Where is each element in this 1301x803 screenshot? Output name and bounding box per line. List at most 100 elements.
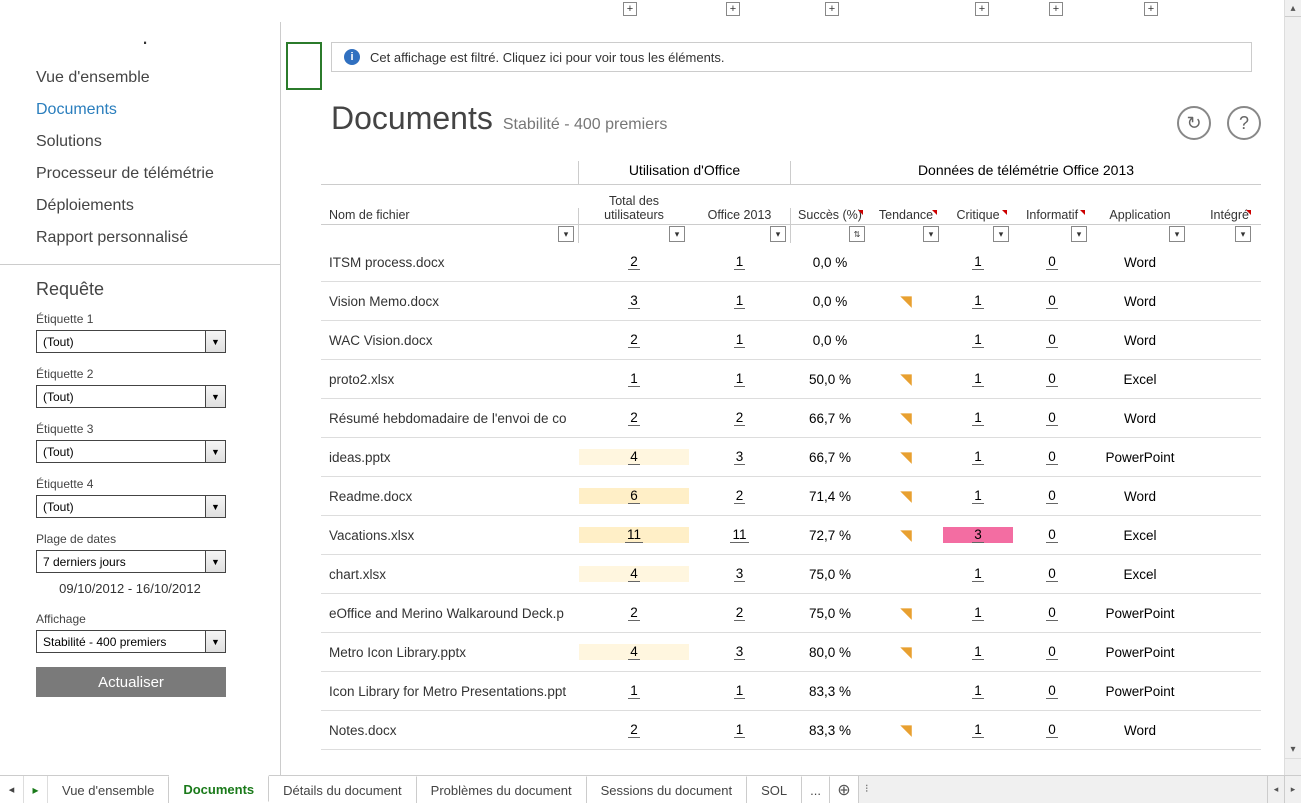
resize-handle-icon[interactable]: ⁝ <box>865 782 871 795</box>
sheet-tab[interactable]: Détails du document <box>269 776 417 803</box>
cell-critical[interactable]: 1 <box>943 254 1013 270</box>
hscroll-left[interactable]: ◂ <box>1267 776 1284 803</box>
table-row[interactable]: Résumé hebdomadaire de l'envoi de co2266… <box>321 399 1261 438</box>
cell-critical[interactable]: 1 <box>943 722 1013 738</box>
filter-btn-trend[interactable]: ▾ <box>923 226 939 242</box>
filter-info-bar[interactable]: i Cet affichage est filtré. Cliquez ici … <box>331 42 1252 72</box>
tab-nav-next[interactable]: ▸ <box>24 776 48 803</box>
table-row[interactable]: Readme.docx6271,4 %◥10Word <box>321 477 1261 516</box>
cell-office2013[interactable]: 1 <box>689 332 791 348</box>
cell-critical[interactable]: 1 <box>943 293 1013 309</box>
cell-informative[interactable]: 0 <box>1013 605 1091 621</box>
help-icon-button[interactable]: ? <box>1227 106 1261 140</box>
cell-critical[interactable]: 1 <box>943 449 1013 465</box>
refresh-button[interactable]: Actualiser <box>36 667 226 697</box>
sheet-tab[interactable]: Problèmes du document <box>417 776 587 803</box>
cell-total-users[interactable]: 4 <box>579 449 689 465</box>
table-row[interactable]: Vision Memo.docx310,0 %◥10Word <box>321 282 1261 321</box>
cell-total-users[interactable]: 3 <box>579 293 689 309</box>
cell-critical[interactable]: 1 <box>943 332 1013 348</box>
cell-informative[interactable]: 0 <box>1013 254 1091 270</box>
filter-btn-total-users[interactable]: ▾ <box>669 226 685 242</box>
filter-btn-success-active[interactable]: ⇅ <box>849 226 865 242</box>
sheet-tab[interactable]: SOL <box>747 776 802 803</box>
chevron-down-icon[interactable]: ▼ <box>205 441 225 462</box>
nav-item[interactable]: Documents <box>0 94 280 126</box>
cell-informative[interactable]: 0 <box>1013 722 1091 738</box>
nav-item[interactable]: Vue d'ensemble <box>0 62 280 94</box>
cell-office2013[interactable]: 1 <box>689 683 791 699</box>
refresh-icon-button[interactable]: ↻ <box>1177 106 1211 140</box>
nav-item[interactable]: Déploiements <box>0 190 280 222</box>
table-row[interactable]: eOffice and Merino Walkaround Deck.p2275… <box>321 594 1261 633</box>
cell-critical[interactable]: 1 <box>943 410 1013 426</box>
chevron-down-icon[interactable]: ▼ <box>205 631 225 652</box>
table-row[interactable]: chart.xlsx4375,0 %10Excel <box>321 555 1261 594</box>
filter-btn-informative[interactable]: ▾ <box>1071 226 1087 242</box>
cell-office2013[interactable]: 1 <box>689 254 791 270</box>
expand-col-2[interactable]: + <box>726 2 740 16</box>
cell-total-users[interactable]: 1 <box>579 683 689 699</box>
add-sheet-button[interactable]: ⊕ <box>830 776 858 803</box>
expand-col-6[interactable]: + <box>1144 2 1158 16</box>
cell-critical[interactable]: 1 <box>943 683 1013 699</box>
nav-item[interactable]: Solutions <box>0 126 280 158</box>
cell-total-users[interactable]: 2 <box>579 410 689 426</box>
cell-office2013[interactable]: 3 <box>689 644 791 660</box>
cell-office2013[interactable]: 2 <box>689 605 791 621</box>
filter-btn-critical[interactable]: ▾ <box>993 226 1009 242</box>
cell-informative[interactable]: 0 <box>1013 332 1091 348</box>
sheet-tab[interactable]: Documents <box>169 775 269 802</box>
cell-informative[interactable]: 0 <box>1013 488 1091 504</box>
cell-office2013[interactable]: 2 <box>689 410 791 426</box>
cell-total-users[interactable]: 2 <box>579 332 689 348</box>
chevron-down-icon[interactable]: ▼ <box>205 496 225 517</box>
nav-item[interactable]: Rapport personnalisé <box>0 222 280 254</box>
cell-informative[interactable]: 0 <box>1013 644 1091 660</box>
cell-office2013[interactable]: 3 <box>689 566 791 582</box>
combo-etiquette-2[interactable]: (Tout)▼ <box>36 385 226 408</box>
cell-critical[interactable]: 1 <box>943 605 1013 621</box>
cell-informative[interactable]: 0 <box>1013 683 1091 699</box>
nav-item[interactable]: Processeur de télémétrie <box>0 158 280 190</box>
filter-btn-office2013[interactable]: ▾ <box>770 226 786 242</box>
combo-etiquette-4[interactable]: (Tout)▼ <box>36 495 226 518</box>
cell-office2013[interactable]: 1 <box>689 371 791 387</box>
cell-critical[interactable]: 1 <box>943 566 1013 582</box>
chevron-down-icon[interactable]: ▼ <box>205 331 225 352</box>
filter-btn-filename[interactable]: ▾ <box>558 226 574 242</box>
cell-total-users[interactable]: 4 <box>579 566 689 582</box>
cell-informative[interactable]: 0 <box>1013 449 1091 465</box>
table-row[interactable]: Icon Library for Metro Presentations.ppt… <box>321 672 1261 711</box>
cell-informative[interactable]: 0 <box>1013 293 1091 309</box>
cell-informative[interactable]: 0 <box>1013 527 1091 543</box>
combo-date-range[interactable]: 7 derniers jours▼ <box>36 550 226 573</box>
cell-informative[interactable]: 0 <box>1013 371 1091 387</box>
table-row[interactable]: Vacations.xlsx111172,7 %◥30Excel <box>321 516 1261 555</box>
combo-etiquette-3[interactable]: (Tout)▼ <box>36 440 226 463</box>
tab-nav-prev[interactable]: ◂ <box>0 776 24 803</box>
chevron-down-icon[interactable]: ▼ <box>205 386 225 407</box>
cell-total-users[interactable]: 2 <box>579 254 689 270</box>
cell-informative[interactable]: 0 <box>1013 410 1091 426</box>
expand-col-3[interactable]: + <box>825 2 839 16</box>
cell-total-users[interactable]: 1 <box>579 371 689 387</box>
sheet-tab[interactable]: Vue d'ensemble <box>48 776 169 803</box>
cell-critical[interactable]: 3 <box>943 527 1013 543</box>
table-row[interactable]: WAC Vision.docx210,0 %10Word <box>321 321 1261 360</box>
cell-office2013[interactable]: 2 <box>689 488 791 504</box>
expand-col-1[interactable]: + <box>623 2 637 16</box>
cell-total-users[interactable]: 11 <box>579 527 689 543</box>
filter-btn-application[interactable]: ▾ <box>1169 226 1185 242</box>
horizontal-scrollbar[interactable]: ⁝ ◂▸ <box>858 776 1301 803</box>
cell-total-users[interactable]: 2 <box>579 722 689 738</box>
hscroll-right[interactable]: ▸ <box>1284 776 1301 803</box>
cell-critical[interactable]: 1 <box>943 488 1013 504</box>
combo-display[interactable]: Stabilité - 400 premiers▼ <box>36 630 226 653</box>
table-row[interactable]: proto2.xlsx1150,0 %◥10Excel <box>321 360 1261 399</box>
table-row[interactable]: Metro Icon Library.pptx4380,0 %◥10PowerP… <box>321 633 1261 672</box>
table-row[interactable]: ITSM process.docx210,0 %10Word <box>321 243 1261 282</box>
expand-col-4[interactable]: + <box>975 2 989 16</box>
cell-office2013[interactable]: 1 <box>689 293 791 309</box>
cell-total-users[interactable]: 2 <box>579 605 689 621</box>
